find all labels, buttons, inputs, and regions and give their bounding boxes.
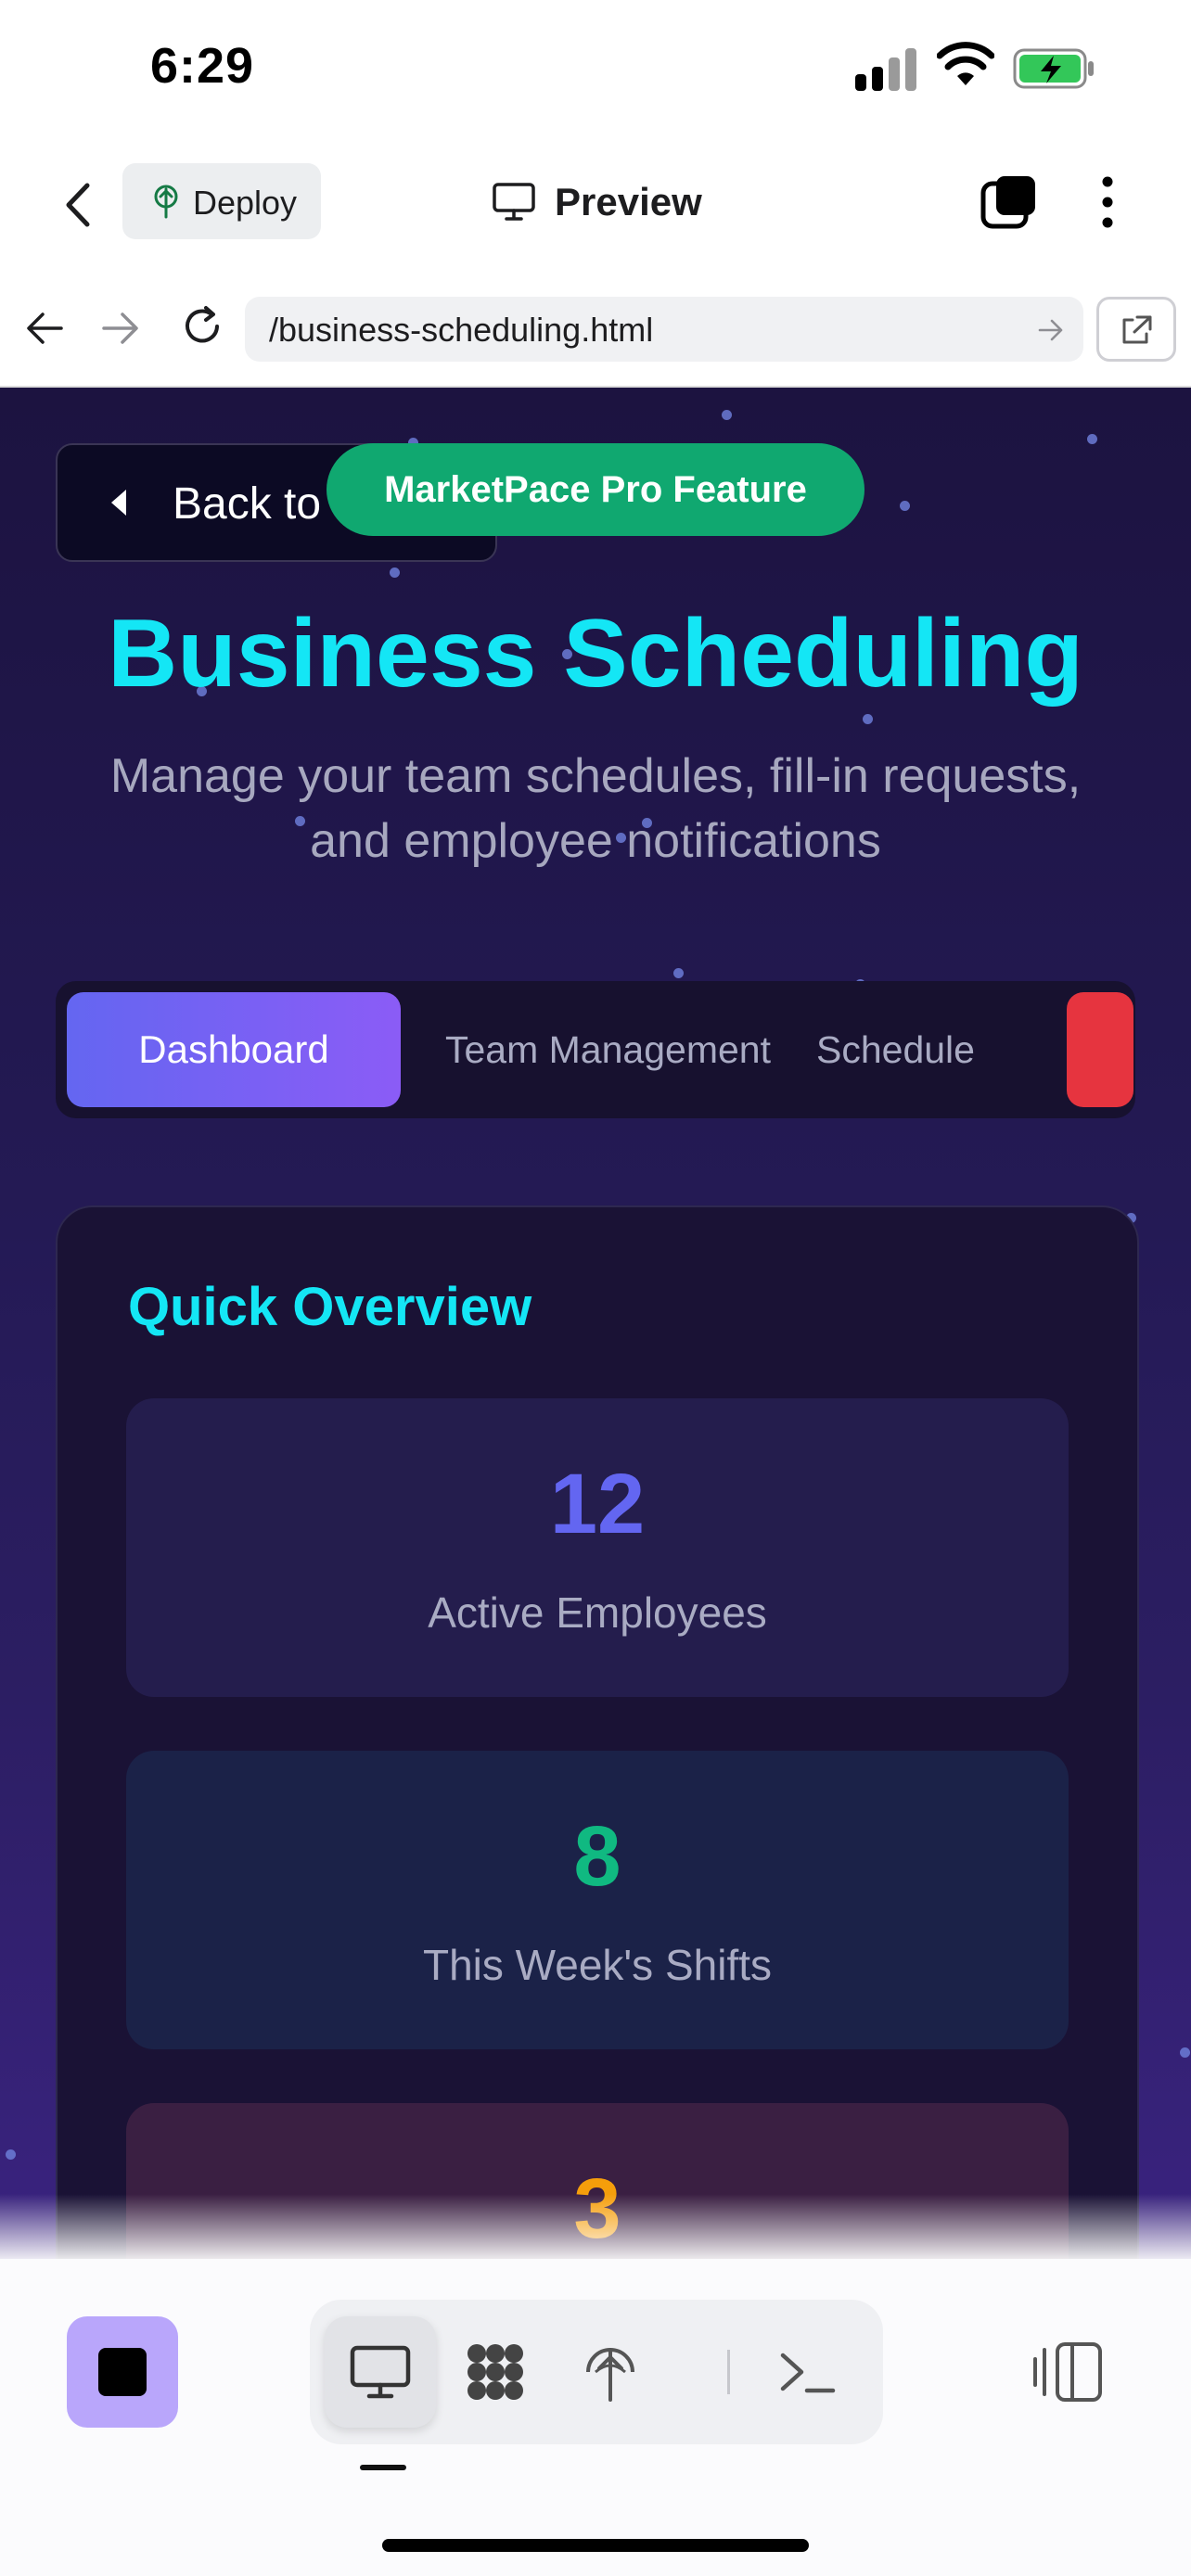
deploy-icon	[586, 2348, 634, 2402]
open-external-button[interactable]	[1096, 297, 1176, 362]
tool-preview-button[interactable]	[325, 2316, 436, 2428]
page-subtitle: Manage your team schedules, fill-in requ…	[109, 749, 1082, 868]
signal-icon	[855, 46, 920, 91]
tool-terminal-button[interactable]	[751, 2316, 863, 2428]
tabs-icon[interactable]	[980, 172, 1039, 232]
stat-label: This Week's Shifts	[422, 1941, 773, 1989]
divider	[727, 2350, 730, 2394]
url-input[interactable]: /business-scheduling.html	[245, 297, 1083, 362]
external-link-icon	[1122, 315, 1152, 344]
tab-overflow-button[interactable]	[1067, 992, 1133, 1107]
home-indicator	[382, 2539, 809, 2552]
tool-group	[310, 2300, 883, 2444]
overview-title: Quick Overview	[128, 1277, 532, 1337]
decorative-dot	[900, 501, 910, 511]
monitor-icon	[493, 183, 535, 221]
decorative-dot	[863, 714, 873, 724]
arrow-right-icon[interactable]	[1037, 317, 1065, 343]
pro-feature-label: MarketPace Pro Feature	[384, 469, 807, 510]
active-tool-indicator	[360, 2465, 406, 2470]
panel-toggle-icon[interactable]	[1031, 2339, 1106, 2405]
apps-grid-icon	[467, 2344, 523, 2400]
decorative-dot	[1180, 2047, 1190, 2058]
more-vertical-icon[interactable]	[1095, 172, 1121, 232]
wifi-icon	[937, 42, 994, 85]
deploy-label: Deploy	[193, 184, 298, 222]
url-text: /business-scheduling.html	[269, 311, 654, 349]
page-title: Business Scheduling	[108, 600, 1083, 708]
quick-overview-card: Quick Overview 12 Active Employees 8 Thi…	[56, 1205, 1139, 2259]
tab-schedule[interactable]: Schedule	[816, 992, 975, 1107]
stop-button[interactable]	[67, 2316, 178, 2428]
stat-card-active-employees: 12 Active Employees	[126, 1398, 1069, 1697]
tool-apps-button[interactable]	[440, 2316, 551, 2428]
stop-icon	[98, 2348, 147, 2396]
browser-toolbar: /business-scheduling.html	[0, 273, 1191, 389]
scroll-fade	[0, 2194, 1191, 2259]
monitor-icon	[350, 2345, 411, 2399]
deploy-icon	[154, 185, 178, 219]
tab-dashboard-label: Dashboard	[138, 1027, 329, 1071]
stat-card-weekly-shifts: 8 This Week's Shifts	[126, 1751, 1069, 2049]
stat-value: 12	[549, 1457, 646, 1551]
caret-left-icon	[111, 490, 126, 516]
battery-charging-icon	[1013, 48, 1094, 89]
decorative-dot	[1087, 434, 1097, 444]
deploy-button[interactable]: Deploy	[122, 163, 321, 239]
tab-team-management[interactable]: Team Management	[445, 992, 771, 1107]
status-bar: 6:29	[0, 0, 1191, 139]
reload-icon[interactable]	[178, 302, 226, 351]
decorative-dot	[6, 2149, 16, 2160]
arrow-right-icon[interactable]	[100, 310, 141, 347]
arrow-left-icon[interactable]	[24, 310, 65, 347]
tool-deploy-button[interactable]	[555, 2316, 666, 2428]
preview-label: Preview	[555, 180, 702, 223]
pro-feature-badge: MarketPace Pro Feature	[327, 443, 864, 536]
bottom-toolbar	[0, 2259, 1191, 2576]
status-time: 6:29	[150, 38, 255, 94]
decorative-dot	[673, 968, 684, 978]
chevron-left-icon[interactable]	[56, 176, 102, 234]
tab-bar: Dashboard Team Management Schedule	[56, 981, 1135, 1118]
stat-label: Active Employees	[428, 1588, 767, 1637]
decorative-dot	[722, 410, 732, 420]
stat-value: 8	[573, 1809, 621, 1904]
terminal-icon	[780, 2353, 836, 2393]
decorative-dot	[390, 567, 400, 578]
back-button-label: Back to	[173, 479, 322, 529]
app-header: Deploy Preview	[0, 139, 1191, 275]
web-content: Back to MarketPace Pro Feature Business …	[0, 388, 1191, 2259]
tab-dashboard[interactable]: Dashboard	[67, 992, 401, 1107]
